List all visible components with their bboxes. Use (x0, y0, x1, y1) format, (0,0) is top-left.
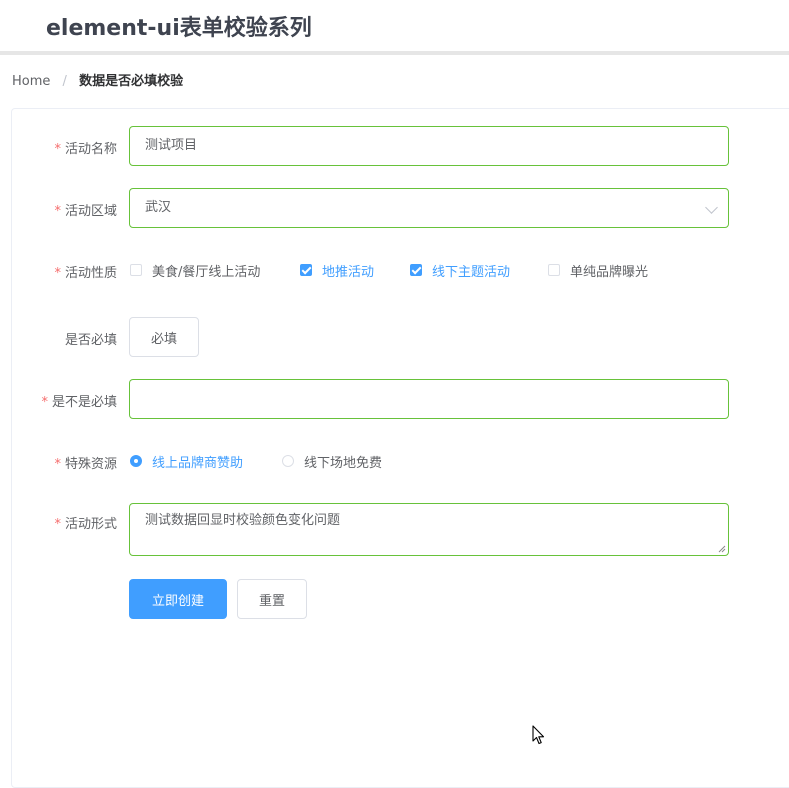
resource-radio-1[interactable]: 线下场地免费 (282, 451, 382, 471)
submit-button[interactable]: 立即创建 (129, 579, 227, 619)
is-required-input[interactable] (129, 379, 729, 419)
form-label-is-required: * 是不是必填 (41, 395, 117, 410)
resize-grip-icon[interactable] (718, 545, 726, 553)
app-header: element-ui表单校验系列 (0, 0, 789, 55)
checkbox-icon (548, 264, 560, 276)
radio-icon (282, 455, 294, 467)
type-checkbox-2[interactable]: 线下主题活动 (410, 260, 510, 280)
form-label-name: * 活动名称 (54, 142, 117, 157)
checkbox-icon (130, 264, 142, 276)
form-label-toggle-required: 是否必填 (64, 333, 117, 348)
checkbox-checked-icon (300, 264, 312, 276)
form-label-desc: * 活动形式 (54, 517, 117, 532)
required-mark: * (41, 395, 48, 410)
region-select-value: 武汉 (145, 200, 172, 215)
chevron-down-icon (705, 201, 718, 214)
type-checkbox-1[interactable]: 地推活动 (300, 260, 374, 280)
region-select[interactable]: 武汉 (129, 188, 729, 228)
breadcrumb-home[interactable]: Home (12, 74, 50, 89)
type-checkbox-3[interactable]: 单纯品牌曝光 (548, 260, 648, 280)
checkbox-checked-icon (410, 264, 422, 276)
radio-checked-icon (130, 455, 142, 467)
desc-textarea[interactable]: 测试数据回显时校验颜色变化问题 (129, 503, 729, 556)
required-mark: * (54, 142, 61, 157)
required-mark: * (54, 204, 61, 219)
type-checkbox-0[interactable]: 美食/餐厅线上活动 (130, 260, 260, 280)
mouse-cursor-icon (532, 725, 545, 745)
required-toggle-button[interactable]: 必填 (129, 317, 199, 357)
form-label-resource: * 特殊资源 (54, 457, 117, 472)
resource-radio-0[interactable]: 线上品牌商赞助 (130, 451, 243, 471)
breadcrumb: Home / 数据是否必填校验 (12, 74, 183, 90)
desc-textarea-value: 测试数据回显时校验颜色变化问题 (145, 513, 341, 528)
required-mark: * (54, 457, 61, 472)
required-mark: * (54, 266, 61, 281)
page-title: element-ui表单校验系列 (46, 16, 312, 41)
form-label-region: * 活动区域 (54, 204, 117, 219)
breadcrumb-current: 数据是否必填校验 (79, 74, 184, 89)
name-input[interactable]: 测试项目 (129, 126, 729, 166)
form-label-type: * 活动性质 (54, 266, 117, 281)
breadcrumb-separator: / (62, 74, 67, 89)
required-mark: * (54, 517, 61, 532)
reset-button[interactable]: 重置 (237, 579, 307, 619)
